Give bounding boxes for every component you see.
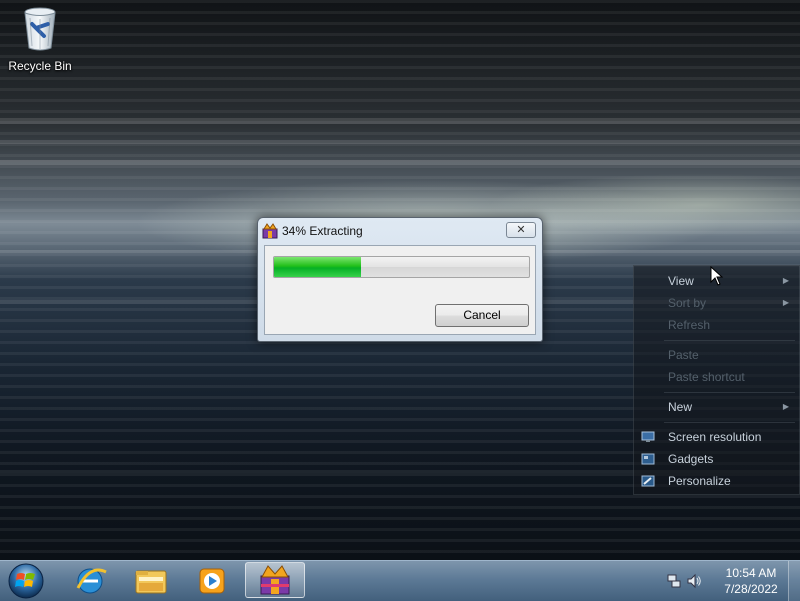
network-icon[interactable] xyxy=(666,573,682,589)
show-desktop-button[interactable] xyxy=(788,561,800,601)
internet-explorer-icon xyxy=(76,568,107,594)
clock-time: 10:54 AM xyxy=(725,566,777,580)
windows-explorer-icon xyxy=(135,570,167,594)
taskbar-windows-media-player[interactable] xyxy=(184,562,240,598)
dialog-body: Cancel xyxy=(264,245,536,335)
progress-bar-fill xyxy=(274,257,361,277)
menu-item-sort-by[interactable]: Sort by xyxy=(668,296,706,310)
mouse-cursor-icon xyxy=(710,266,724,286)
start-button[interactable] xyxy=(6,562,46,600)
menu-separator xyxy=(664,422,795,423)
menu-item-gadgets[interactable]: Gadgets xyxy=(668,452,713,466)
menu-item-paste-shortcut[interactable]: Paste shortcut xyxy=(668,370,745,384)
taskbar-extractor-app[interactable] xyxy=(245,562,305,598)
cancel-button[interactable]: Cancel xyxy=(435,304,529,327)
submenu-arrow-icon: ▶ xyxy=(782,402,789,411)
extraction-progress-bar xyxy=(273,256,530,278)
menu-item-refresh[interactable]: Refresh xyxy=(668,318,710,332)
clock-date: 7/28/2022 xyxy=(724,582,778,596)
recycle-bin-icon xyxy=(24,7,56,51)
desktop-context-menu: View ▶ Sort by ▶ Refresh Paste Paste sho… xyxy=(633,265,800,495)
gadgets-icon xyxy=(641,453,655,465)
taskbar: 10:54 AM 7/28/2022 xyxy=(0,560,800,601)
desktop[interactable]: Recycle Bin View ▶ Sort by ▶ Refresh Pas… xyxy=(0,0,800,560)
volume-icon[interactable] xyxy=(686,573,702,589)
menu-separator xyxy=(664,340,795,341)
dialog-titlebar[interactable]: 34% Extracting ✕ xyxy=(258,218,542,244)
taskbar-internet-explorer[interactable] xyxy=(62,562,118,598)
menu-item-screen-resolution[interactable]: Screen resolution xyxy=(668,430,761,444)
dialog-title: 34% Extracting xyxy=(282,224,363,238)
desktop-icon-recycle-bin[interactable]: Recycle Bin xyxy=(4,6,76,73)
submenu-arrow-icon: ▶ xyxy=(782,298,789,307)
windows-media-player-icon xyxy=(199,568,225,594)
desktop-icon-label: Recycle Bin xyxy=(8,59,72,73)
menu-item-view[interactable]: View xyxy=(668,274,694,288)
screen-resolution-icon xyxy=(641,431,655,442)
personalize-icon xyxy=(641,475,655,487)
close-icon: ✕ xyxy=(516,223,526,236)
submenu-arrow-icon: ▶ xyxy=(782,276,789,285)
close-button[interactable]: ✕ xyxy=(506,222,536,238)
system-tray: 10:54 AM 7/28/2022 xyxy=(660,561,800,601)
extractor-app-icon xyxy=(260,565,290,595)
taskbar-windows-explorer[interactable] xyxy=(123,562,179,598)
menu-item-new[interactable]: New xyxy=(668,400,692,414)
extract-progress-dialog: 34% Extracting ✕ Cancel xyxy=(257,217,543,342)
taskbar-clock[interactable]: 10:54 AM 7/28/2022 xyxy=(710,565,792,597)
extractor-app-icon xyxy=(262,223,278,239)
menu-separator xyxy=(664,392,795,393)
menu-item-paste[interactable]: Paste xyxy=(668,348,699,362)
menu-item-personalize[interactable]: Personalize xyxy=(668,474,731,488)
